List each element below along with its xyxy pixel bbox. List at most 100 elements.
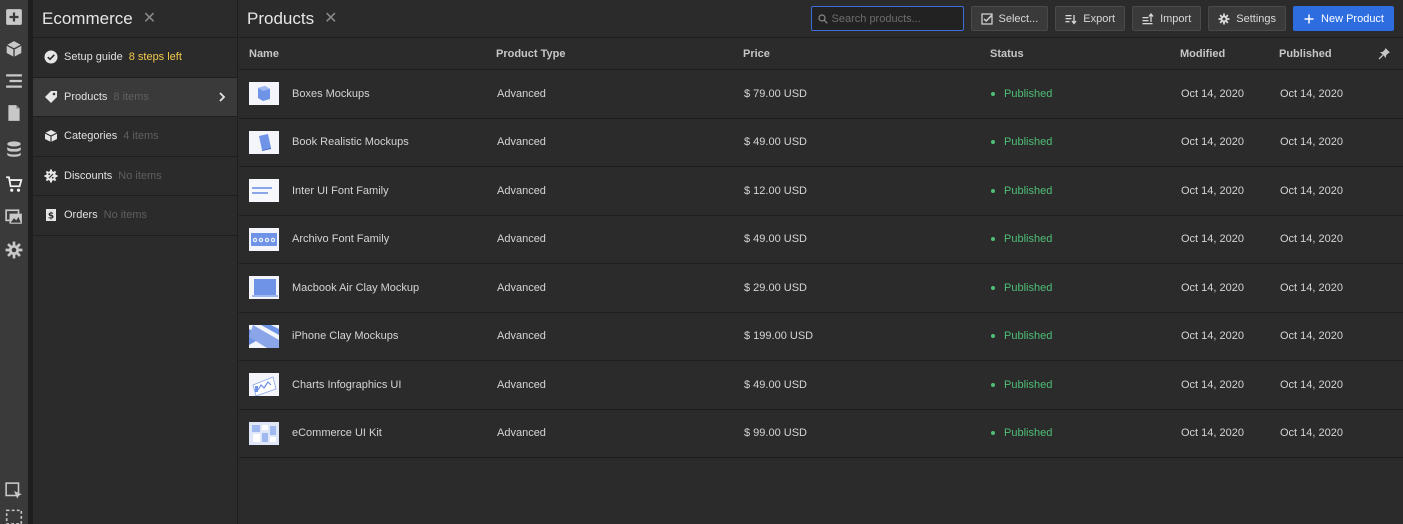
- status-badge: Published: [1004, 281, 1053, 294]
- modified-date: Oct 14, 2020: [1181, 233, 1244, 246]
- product-thumbnail: [249, 130, 279, 154]
- product-type: Advanced: [497, 136, 546, 149]
- modified-date: Oct 14, 2020: [1181, 184, 1244, 197]
- cms-icon[interactable]: [4, 139, 24, 159]
- ecommerce-icon[interactable]: [4, 174, 24, 194]
- product-type: Advanced: [497, 281, 546, 294]
- product-type: Advanced: [497, 184, 546, 197]
- panel-title: Ecommerce: [42, 8, 133, 28]
- status-badge: Published: [1004, 184, 1053, 197]
- product-type: Advanced: [497, 233, 546, 246]
- assets-icon[interactable]: [4, 207, 24, 227]
- plus-icon: [1304, 14, 1314, 23]
- published-date: Oct 14, 2020: [1280, 136, 1343, 149]
- status-badge: Published: [1004, 378, 1053, 391]
- table-row[interactable]: Boxes Mockups Advanced $ 79.00 USD Publi…: [239, 70, 1403, 119]
- nav-item-count: No items: [118, 169, 162, 182]
- nav-item-count: 4 items: [123, 130, 159, 143]
- column-header-status[interactable]: Status: [980, 48, 1170, 60]
- product-price: $ 49.00 USD: [744, 233, 807, 246]
- checkbox-icon: [980, 12, 993, 25]
- product-price: $ 99.00 USD: [744, 427, 807, 440]
- status-badge: Published: [1004, 330, 1053, 343]
- select-button[interactable]: Select...: [970, 6, 1049, 31]
- product-name: iPhone Clay Mockups: [292, 330, 399, 343]
- product-price: $ 79.00 USD: [744, 87, 807, 100]
- product-name: Charts Infographics UI: [292, 378, 402, 391]
- settings-icon[interactable]: [4, 240, 24, 260]
- export-icon: [1065, 14, 1077, 25]
- product-price: $ 29.00 USD: [744, 281, 807, 294]
- status-dot-icon: [991, 237, 995, 242]
- column-header-product-type[interactable]: Product Type: [486, 48, 733, 60]
- orders-icon: $: [44, 208, 58, 222]
- import-button[interactable]: Import: [1132, 6, 1202, 31]
- modified-date: Oct 14, 2020: [1181, 378, 1244, 391]
- table-row[interactable]: Archivo Font Family Advanced $ 49.00 USD…: [239, 216, 1403, 264]
- import-icon: [1142, 12, 1154, 24]
- settings-button-label: Settings: [1236, 12, 1277, 25]
- table-row[interactable]: iPhone Clay Mockups Advanced $ 199.00 US…: [239, 313, 1403, 361]
- status-dot-icon: [991, 188, 995, 193]
- published-date: Oct 14, 2020: [1280, 330, 1343, 343]
- add-icon[interactable]: [4, 7, 24, 27]
- discount-icon: [44, 169, 58, 183]
- select-icon[interactable]: [4, 481, 24, 501]
- main-topbar: Products ✕ Select... Export Import Setti…: [239, 0, 1403, 38]
- table-body: Boxes Mockups Advanced $ 79.00 USD Publi…: [239, 70, 1403, 458]
- status-badge: Published: [1004, 87, 1053, 100]
- product-price: $ 12.00 USD: [744, 184, 807, 197]
- search-icon: [817, 13, 828, 24]
- nav-item-count: 8 steps left: [128, 51, 182, 64]
- nav-item-orders[interactable]: $ Orders No items: [33, 196, 237, 236]
- new-product-button[interactable]: New Product: [1293, 6, 1394, 31]
- product-name: Archivo Font Family: [292, 233, 390, 246]
- ecommerce-panel: Ecommerce ✕ Setup guide 8 steps left Pro…: [33, 0, 238, 524]
- navigator-icon[interactable]: [4, 71, 24, 91]
- nav-item-categories[interactable]: Categories 4 items: [33, 117, 237, 157]
- product-type: Advanced: [497, 378, 546, 391]
- select-button-label: Select...: [998, 12, 1039, 25]
- product-thumbnail: [249, 82, 279, 106]
- cube-icon[interactable]: [4, 39, 24, 59]
- column-header-price[interactable]: Price: [733, 48, 980, 60]
- modified-date: Oct 14, 2020: [1181, 136, 1244, 149]
- table-row[interactable]: Book Realistic Mockups Advanced $ 49.00 …: [239, 119, 1403, 167]
- modified-date: Oct 14, 2020: [1181, 330, 1244, 343]
- status-dot-icon: [991, 140, 995, 145]
- column-header-published[interactable]: Published: [1269, 48, 1369, 60]
- published-date: Oct 14, 2020: [1280, 281, 1343, 294]
- published-date: Oct 14, 2020: [1280, 233, 1343, 246]
- pages-icon[interactable]: [4, 103, 24, 123]
- table-row[interactable]: eCommerce UI Kit Advanced $ 99.00 USD Pu…: [239, 410, 1403, 458]
- status-badge: Published: [1004, 427, 1053, 440]
- close-icon[interactable]: ✕: [324, 10, 337, 27]
- column-header-modified[interactable]: Modified: [1170, 48, 1269, 60]
- status-badge: Published: [1004, 136, 1053, 149]
- nav-item-setup-guide[interactable]: Setup guide 8 steps left: [33, 38, 237, 78]
- published-date: Oct 14, 2020: [1280, 184, 1343, 197]
- product-name: Book Realistic Mockups: [292, 136, 409, 149]
- close-icon[interactable]: ✕: [143, 10, 156, 27]
- check-circle-icon: [44, 50, 58, 64]
- table-row[interactable]: Macbook Air Clay Mockup Advanced $ 29.00…: [239, 264, 1403, 313]
- export-button[interactable]: Export: [1055, 6, 1126, 31]
- search-input[interactable]: [831, 12, 957, 25]
- table-row[interactable]: Inter UI Font Family Advanced $ 12.00 US…: [239, 167, 1403, 216]
- nav-item-label: Discounts: [64, 169, 113, 182]
- table-row[interactable]: Charts Infographics UI Advanced $ 49.00 …: [239, 361, 1403, 410]
- settings-button[interactable]: Settings: [1208, 6, 1287, 31]
- status-dot-icon: [991, 382, 995, 387]
- pin-icon[interactable]: [1378, 47, 1391, 60]
- product-thumbnail: [249, 179, 279, 203]
- nav-item-label: Products: [64, 90, 108, 103]
- search-box[interactable]: [810, 6, 964, 31]
- product-name: Boxes Mockups: [292, 87, 370, 100]
- nav-item-discounts[interactable]: Discounts No items: [33, 157, 237, 196]
- modified-date: Oct 14, 2020: [1181, 427, 1244, 440]
- nav-item-products[interactable]: Products 8 items: [33, 77, 237, 117]
- product-type: Advanced: [497, 87, 546, 100]
- marquee-icon[interactable]: [4, 506, 24, 524]
- tag-icon: [44, 90, 58, 104]
- column-header-name[interactable]: Name: [239, 48, 486, 60]
